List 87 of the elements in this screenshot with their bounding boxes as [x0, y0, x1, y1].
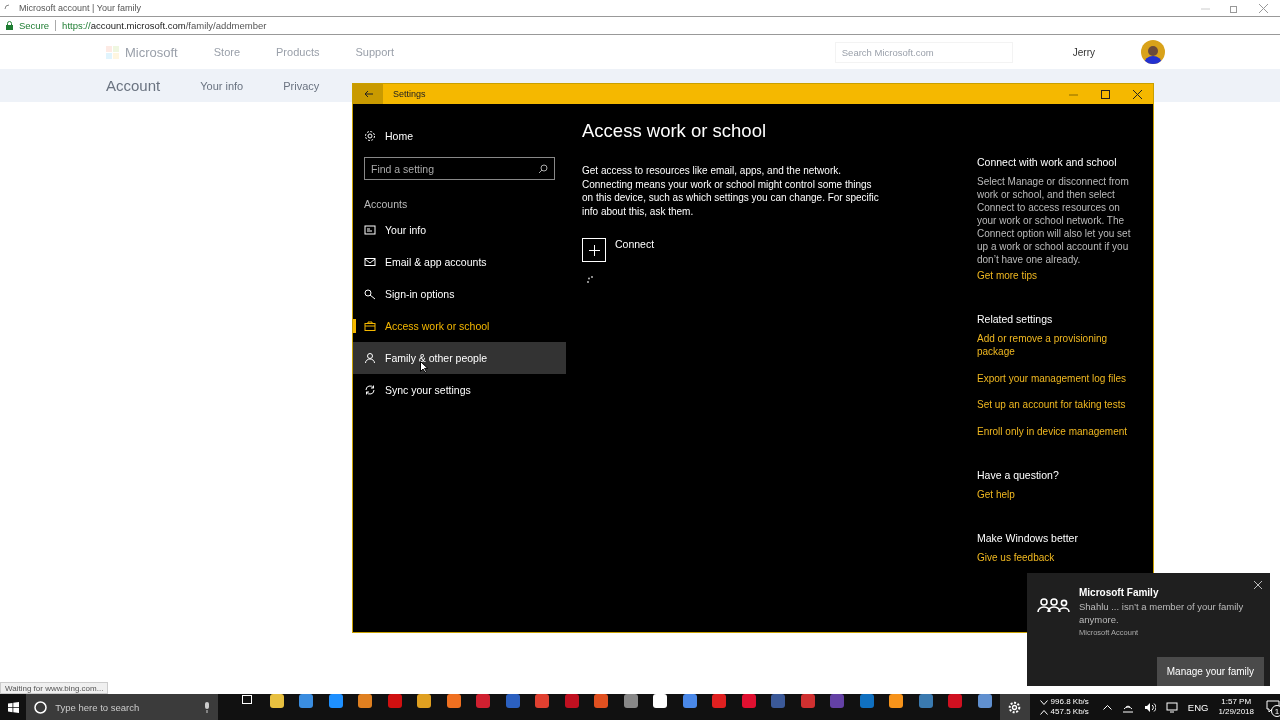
monitor-icon[interactable] — [1165, 701, 1178, 713]
toast-message: Shahlu ... isn’t a member of your family anymore. — [1079, 600, 1245, 626]
circle-icon — [34, 700, 48, 714]
user-name[interactable]: Jerry — [1072, 46, 1095, 58]
maximize-icon[interactable] — [1100, 89, 1110, 99]
app-icon[interactable] — [417, 694, 432, 708]
app-icon[interactable] — [653, 694, 668, 708]
help-link[interactable]: Export your management log files — [977, 371, 1141, 385]
help-link[interactable]: Get more tips — [977, 269, 1141, 282]
key-icon — [364, 288, 376, 300]
manage-family-button[interactable]: Manage your family — [1156, 657, 1264, 686]
speaker-icon[interactable] — [1143, 701, 1156, 713]
page-heading: Access work or school — [582, 120, 768, 142]
restore-icon[interactable] — [1230, 3, 1239, 13]
nav-label: Sign-in options — [385, 288, 455, 300]
description-text: Get access to resources like email, apps, and the network. Connecting means your work or school might control some things on this device, such as which settings you can change. For specific info about this, ask them. — [582, 164, 880, 218]
connect-button[interactable]: Connect — [582, 238, 655, 262]
notifications-icon[interactable]: 1 — [1266, 700, 1280, 714]
nav-item[interactable]: Email & app accounts — [353, 246, 566, 278]
task-view-icon[interactable] — [240, 694, 255, 705]
person-card-icon — [364, 224, 376, 236]
section-heading: Have a question? — [977, 468, 1060, 481]
settings-icon[interactable] — [1008, 700, 1022, 714]
app-icon[interactable] — [358, 694, 373, 708]
chevron-down-icon — [1039, 699, 1048, 705]
spinner-icon — [587, 276, 594, 284]
nav-label: Your info — [385, 224, 427, 236]
help-text: Select Manage or disconnect from work or school, and then select Connect to access resources on your work or school network. The Connect option will also let you set up a work or school account if you don’t have one already. — [977, 175, 1132, 266]
mail-icon — [364, 256, 376, 268]
tab-title[interactable]: Microsoft account | Your family — [19, 3, 141, 13]
lock-icon — [6, 21, 13, 30]
app-icon[interactable] — [977, 694, 992, 708]
app-icon[interactable] — [269, 694, 284, 708]
clock[interactable]: 1:57 PM 1/29/2018 — [1218, 697, 1254, 717]
group-heading: Accounts — [363, 198, 409, 210]
help-link[interactable]: Get help — [977, 487, 1141, 501]
app-icon[interactable] — [889, 694, 904, 708]
site-section-title: Account — [106, 77, 161, 94]
nav-item[interactable]: Family & other people — [353, 342, 566, 374]
plus-icon — [588, 244, 600, 256]
people-icon — [1037, 597, 1071, 613]
site-tab[interactable]: Privacy — [283, 79, 320, 92]
nav-label: Access work or school — [385, 320, 490, 332]
app-icon[interactable] — [446, 694, 461, 708]
help-link[interactable]: Set up an account for taking tests — [977, 398, 1141, 411]
download-speed: 996.8 Kb/s — [1050, 697, 1089, 707]
help-link[interactable]: Enroll only in device management — [977, 424, 1141, 438]
help-link[interactable]: Give us feedback — [977, 550, 1141, 564]
section-heading: Make Windows better — [977, 531, 1079, 544]
app-icon[interactable] — [328, 694, 343, 708]
language-indicator[interactable]: ENG — [1187, 701, 1209, 713]
notification-count: 1 — [1271, 705, 1280, 717]
taskbar-search-field[interactable]: Type here to search — [26, 694, 218, 720]
find-setting-field[interactable]: Find a setting — [364, 157, 555, 180]
chevron-up-icon — [1039, 709, 1048, 715]
briefcase-icon — [364, 320, 376, 332]
section-heading: Related settings — [977, 313, 1054, 325]
nav-item[interactable]: Sync your settings — [353, 374, 566, 406]
url-field[interactable]: https://account.microsoft.com/family/addmember — [62, 20, 267, 31]
nav-item[interactable]: Your info — [353, 214, 566, 246]
person-icon — [364, 352, 376, 364]
back-arrow-icon — [363, 90, 373, 98]
cursor-icon — [420, 361, 428, 373]
home-nav-item[interactable]: Home — [353, 126, 566, 146]
settings-icon — [364, 130, 376, 142]
close-icon[interactable] — [1132, 89, 1142, 99]
section-heading: Connect with work and school — [977, 156, 1118, 168]
site-tab[interactable]: Your info — [200, 79, 244, 92]
nav-label: Sync your settings — [385, 384, 471, 396]
microphone-icon — [203, 701, 210, 713]
sync-icon — [364, 384, 376, 396]
close-icon[interactable] — [1254, 581, 1262, 589]
toast-title: Microsoft Family — [1079, 587, 1160, 598]
chevron-up-icon[interactable] — [1102, 704, 1112, 710]
search-icon — [538, 163, 548, 174]
nav-item[interactable]: Access work or school — [353, 310, 566, 342]
nav-label: Family & other people — [385, 352, 488, 364]
avatar-icon[interactable] — [1141, 40, 1165, 64]
help-link[interactable]: Add or remove a provisioning package — [977, 332, 1141, 358]
secure-label: Secure — [19, 20, 50, 31]
window-title: Settings — [393, 89, 426, 99]
nav-label: Email & app accounts — [385, 256, 487, 268]
status-text: Waiting for www.bing.com... — [0, 682, 109, 694]
windows-start-icon[interactable] — [7, 701, 19, 713]
upload-speed: 457.5 Kb/s — [1050, 707, 1089, 717]
nav-item[interactable]: Sign-in options — [353, 278, 566, 310]
home-label: Home — [385, 130, 413, 142]
